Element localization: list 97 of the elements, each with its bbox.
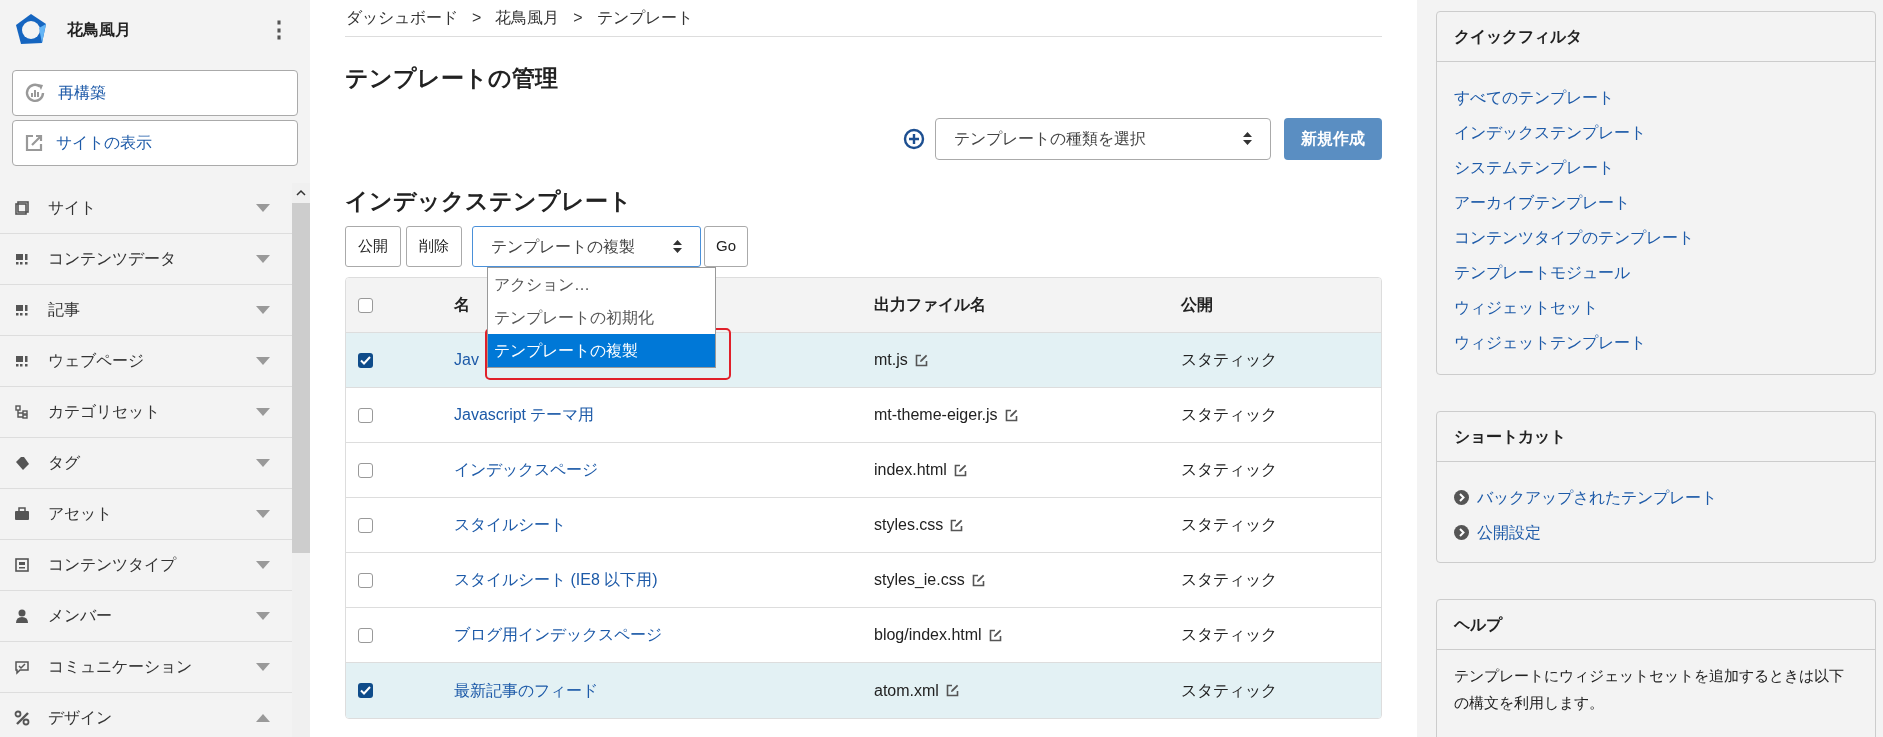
table-cell-text: styles.css	[874, 515, 944, 535]
select-arrows-icon	[1243, 132, 1252, 145]
help-text: テンプレートにウィジェットセットを追加するときは以下の構文を利用します。	[1453, 666, 1845, 713]
template-type-select[interactable]: テンプレートの種類を選択	[935, 117, 1271, 160]
breadcrumb-separator: >	[472, 8, 482, 28]
table-cell-text: mt.js	[874, 350, 908, 370]
table-cell: スタティック	[1181, 461, 1277, 478]
rebuild-icon	[24, 82, 46, 104]
sidebar-item[interactable]: アセット	[0, 489, 292, 540]
table-cell: スタティック	[1181, 406, 1277, 423]
go-button[interactable]: Go	[704, 226, 748, 267]
table-cell-text: index.html	[874, 460, 947, 480]
row-checkbox[interactable]	[358, 627, 373, 643]
table-cell-text: atom.xml	[874, 680, 939, 701]
view-site-button[interactable]: サイトの表示	[12, 120, 298, 166]
table-cell: スタティック	[1181, 626, 1277, 643]
table-cell-text: blog/index.html	[874, 625, 982, 645]
column-header: 名	[454, 295, 470, 315]
percent-icon	[14, 710, 30, 726]
table-cell-text: mt-theme-eiger.js	[874, 405, 998, 425]
scroll-up-icon[interactable]	[296, 189, 306, 197]
edit-icon[interactable]	[971, 573, 985, 587]
column-header: 公開	[1181, 295, 1214, 315]
external-link-icon	[24, 133, 44, 153]
grid-icon	[14, 353, 30, 369]
panel-title: ショートカット	[1437, 412, 1875, 462]
edit-icon[interactable]	[914, 353, 928, 367]
filter-link[interactable]: テンプレートモジュール	[1454, 255, 1630, 290]
template-link[interactable]: Jav	[454, 348, 479, 372]
shortcut-link[interactable]: 公開設定	[1477, 520, 1541, 545]
add-icon[interactable]	[903, 127, 925, 150]
edit-icon[interactable]	[950, 518, 964, 532]
sidebar-item[interactable]: カテゴリセット	[0, 387, 292, 438]
table-cell: スタティック	[1181, 351, 1277, 368]
breadcrumb-link[interactable]: ダッシュボード	[346, 6, 458, 30]
dropdown-option[interactable]: アクション…	[488, 268, 715, 301]
row-checkbox[interactable]	[358, 683, 373, 698]
row-checkbox[interactable]	[358, 352, 373, 368]
edit-icon[interactable]	[945, 684, 959, 697]
template-link[interactable]: ブログ用インデックスページ	[454, 623, 662, 647]
sidebar-item[interactable]: コミュニケーション	[0, 642, 292, 693]
delete-button[interactable]: 削除	[406, 226, 462, 267]
sidebar-item[interactable]: コンテンツタイプ	[0, 540, 292, 591]
row-checkbox[interactable]	[358, 572, 373, 588]
panel-title: クイックフィルタ	[1437, 12, 1875, 62]
row-checkbox[interactable]	[358, 517, 373, 533]
template-link[interactable]: スタイルシート (IE8 以下用)	[454, 568, 658, 592]
scrollbar-thumb[interactable]	[292, 203, 310, 553]
chevron-circle-icon	[1454, 525, 1469, 540]
grid-icon	[14, 251, 30, 267]
breadcrumb-link[interactable]: 花鳥風月	[495, 6, 560, 30]
tree-icon	[14, 404, 30, 420]
dropdown-option[interactable]: テンプレートの初期化	[488, 301, 715, 334]
grid-icon	[14, 302, 30, 318]
table-cell-text: styles_ie.css	[874, 570, 965, 590]
select-arrows-icon	[673, 240, 682, 253]
table-cell: スタティック	[1181, 681, 1277, 699]
filter-link[interactable]: すべてのテンプレート	[1454, 80, 1614, 115]
row-checkbox[interactable]	[358, 462, 373, 478]
sidebar-item[interactable]: サイト	[0, 183, 292, 234]
filter-link[interactable]: システムテンプレート	[1454, 150, 1614, 185]
tag-icon	[14, 455, 30, 471]
user-icon	[14, 608, 30, 624]
filter-link[interactable]: インデックステンプレート	[1454, 115, 1646, 150]
template-link[interactable]: スタイルシート	[454, 513, 566, 537]
dropdown-option[interactable]: テンプレートの複製	[488, 334, 715, 367]
template-link[interactable]: インデックスページ	[454, 458, 598, 482]
row-checkbox[interactable]	[358, 407, 373, 423]
page-title: テンプレートの管理	[345, 64, 559, 93]
template-link[interactable]: Javascript テーマ用	[454, 403, 595, 427]
filter-link[interactable]: ウィジェットテンプレート	[1454, 325, 1646, 360]
column-header: 出力ファイル名	[874, 295, 987, 315]
briefcase-icon	[14, 506, 30, 522]
table-cell: スタティック	[1181, 516, 1277, 533]
edit-icon[interactable]	[988, 628, 1002, 642]
filter-link[interactable]: ウィジェットセット	[1454, 290, 1598, 325]
section-title: インデックステンプレート	[345, 186, 633, 216]
table-cell: スタティック	[1181, 571, 1277, 588]
chat-icon	[14, 659, 30, 675]
site-name: 花鳥風月	[67, 20, 131, 40]
menu-button[interactable]: ⋮	[268, 19, 290, 41]
publish-button[interactable]: 公開	[345, 226, 401, 267]
edit-icon[interactable]	[1004, 408, 1018, 422]
filter-link[interactable]: コンテンツタイプのテンプレート	[1454, 220, 1694, 255]
breadcrumb-separator: >	[573, 8, 583, 28]
panel-title: ヘルプ	[1437, 600, 1875, 650]
breadcrumb-link[interactable]: テンプレート	[596, 6, 693, 30]
rebuild-button[interactable]: 再構築	[12, 70, 298, 116]
chevron-circle-icon	[1454, 490, 1469, 505]
edit-icon[interactable]	[953, 463, 967, 477]
layout-icon	[14, 557, 30, 573]
shortcut-link[interactable]: バックアップされたテンプレート	[1477, 485, 1717, 510]
filter-link[interactable]: アーカイブテンプレート	[1454, 185, 1630, 220]
windows-icon	[14, 200, 30, 216]
action-select[interactable]: テンプレートの複製	[472, 226, 701, 267]
select-all-checkbox[interactable]	[358, 297, 373, 313]
template-link[interactable]: 最新記事のフィード	[454, 678, 598, 703]
